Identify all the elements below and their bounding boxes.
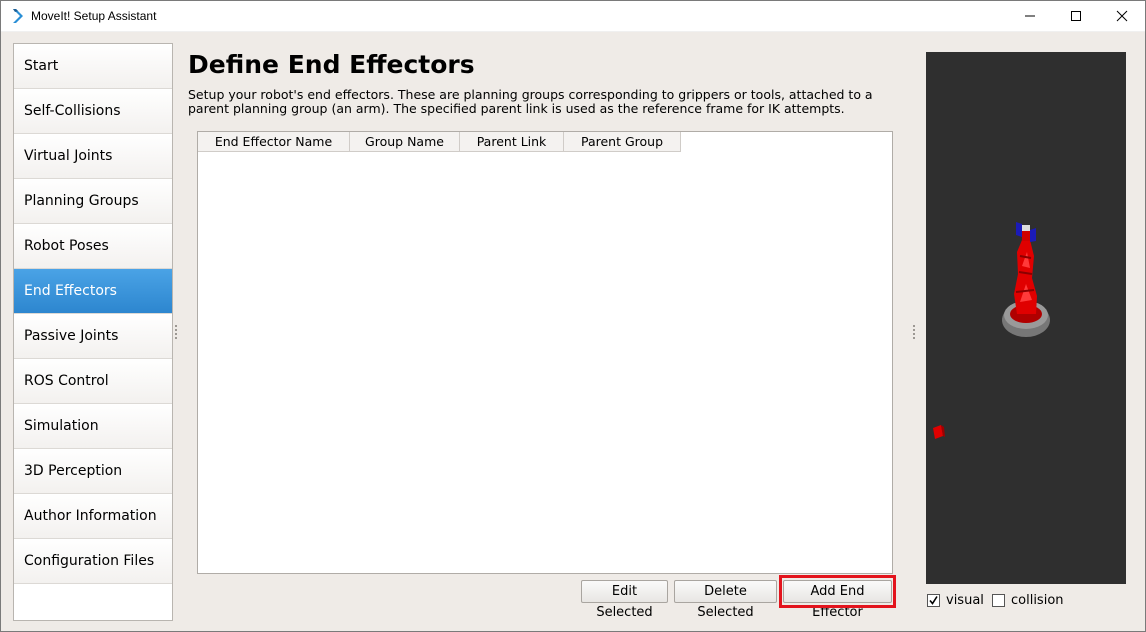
close-button[interactable] (1099, 1, 1145, 31)
table-header: End Effector Name Group Name Parent Link… (198, 132, 681, 152)
sidebar-item-label: Robot Poses (24, 238, 109, 254)
collision-checkbox-row[interactable]: collision (992, 593, 1064, 608)
robot-3d-viewport[interactable] (926, 52, 1126, 584)
window-title: MoveIt! Setup Assistant (31, 9, 157, 23)
column-header-group-name[interactable]: Group Name (350, 132, 460, 151)
robot-model-icon (933, 222, 1050, 439)
sidebar-item-label: Passive Joints (24, 328, 119, 344)
sidebar-item-label: 3D Perception (24, 463, 123, 479)
minimize-icon (1025, 15, 1035, 17)
column-header-parent-link[interactable]: Parent Link (460, 132, 564, 151)
sidebar-nav: Start Self-Collisions Virtual Joints Pla… (13, 43, 173, 621)
sidebar-item-planning-groups[interactable]: Planning Groups (14, 179, 172, 224)
delete-selected-button[interactable]: Delete Selected (674, 580, 777, 620)
page-description: Setup your robot's end effectors. These … (188, 87, 873, 116)
close-icon (1116, 10, 1128, 22)
sidebar-item-label: Configuration Files (24, 553, 155, 569)
visual-label: visual (946, 593, 984, 608)
collision-label: collision (1011, 593, 1064, 608)
sidebar-item-label: Author Information (24, 508, 157, 524)
title-bar[interactable]: MoveIt! Setup Assistant (1, 1, 1145, 32)
sidebar-item-ros-control[interactable]: ROS Control (14, 359, 172, 404)
sidebar-item-passive-joints[interactable]: Passive Joints (14, 314, 172, 359)
sidebar-item-3d-perception[interactable]: 3D Perception (14, 449, 172, 494)
visual-checkbox[interactable] (927, 594, 940, 607)
sidebar-item-label: Virtual Joints (24, 148, 113, 164)
sidebar-item-label: Self-Collisions (24, 103, 121, 119)
minimize-button[interactable] (1007, 1, 1053, 31)
sidebar-item-label: Planning Groups (24, 193, 139, 209)
sidebar-item-label: End Effectors (24, 283, 117, 299)
checkmark-icon (929, 596, 938, 605)
sidebar-item-label: Start (24, 58, 59, 74)
maximize-icon (1071, 11, 1081, 21)
left-splitter-handle[interactable] (175, 325, 177, 339)
sidebar-item-simulation[interactable]: Simulation (14, 404, 172, 449)
sidebar-item-start[interactable]: Start (14, 44, 172, 89)
column-header-parent-group[interactable]: Parent Group (564, 132, 681, 151)
sidebar-item-configuration-files[interactable]: Configuration Files (14, 539, 172, 584)
column-header-end-effector-name[interactable]: End Effector Name (198, 132, 350, 151)
sidebar-item-label: Simulation (24, 418, 99, 434)
sidebar-item-label: ROS Control (24, 373, 109, 389)
sidebar-item-author-information[interactable]: Author Information (14, 494, 172, 539)
edit-selected-button[interactable]: Edit Selected (581, 580, 668, 620)
sidebar-item-robot-poses[interactable]: Robot Poses (14, 224, 172, 269)
highlight-annotation (779, 575, 896, 608)
collision-checkbox[interactable] (992, 594, 1005, 607)
moveit-logo-icon (10, 8, 26, 24)
maximize-button[interactable] (1053, 1, 1099, 31)
sidebar-item-end-effectors[interactable]: End Effectors (14, 269, 172, 314)
end-effectors-table[interactable]: End Effector Name Group Name Parent Link… (197, 131, 893, 574)
visual-checkbox-row[interactable]: visual (927, 593, 984, 608)
app-window: MoveIt! Setup Assistant Start Self-Colli… (0, 0, 1146, 632)
page-title: Define End Effectors (188, 50, 475, 79)
right-splitter-handle[interactable] (913, 325, 915, 339)
sidebar-item-virtual-joints[interactable]: Virtual Joints (14, 134, 172, 179)
sidebar-item-self-collisions[interactable]: Self-Collisions (14, 89, 172, 134)
